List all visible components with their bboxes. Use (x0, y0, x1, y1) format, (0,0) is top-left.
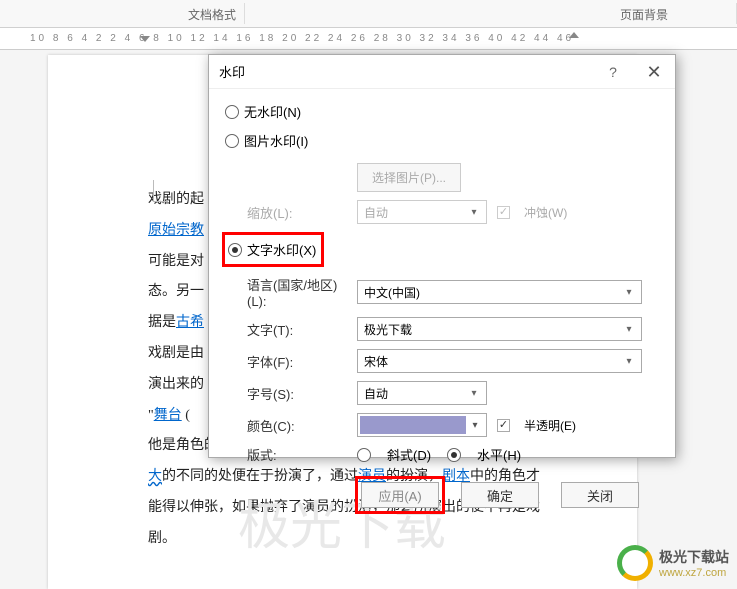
color-label: 颜色(C): (247, 416, 347, 435)
color-dropdown[interactable]: ▾ (357, 413, 487, 437)
font-value: 宋体 (364, 353, 621, 370)
color-preview (360, 416, 466, 434)
doc-fragment: ( (182, 408, 190, 423)
logo-url: www.xz7.com (659, 567, 729, 579)
doc-fragment: 演出来的 (148, 377, 204, 392)
ribbon-group-labels: 文档格式 页面背景 (0, 0, 737, 28)
radio-text[interactable] (228, 243, 242, 257)
close-button[interactable]: ✕ (633, 55, 675, 89)
dialog-title: 水印 (219, 62, 593, 81)
size-value: 自动 (364, 385, 466, 402)
radio-row-picture[interactable]: 图片水印(I) (225, 126, 659, 155)
logo-title: 极光下载站 (659, 547, 729, 567)
radio-diagonal[interactable] (357, 448, 371, 462)
doc-fragment: 据是 (148, 315, 176, 330)
font-dropdown[interactable]: 宋体 ▾ (357, 349, 642, 373)
chevron-down-icon: ▾ (621, 324, 637, 335)
picture-options: 选择图片(P)... 缩放(L): 自动 ▾ 冲蚀(W) (247, 163, 659, 224)
ruler-numbers: 10 8 6 4 2 2 4 6 8 10 12 14 16 18 20 22 … (30, 33, 574, 44)
chevron-down-icon: ▾ (466, 420, 484, 431)
doc-fragment: 态。另一 (148, 284, 204, 299)
radio-horizontal-label: 水平(H) (477, 445, 521, 464)
radio-picture[interactable] (225, 134, 239, 148)
radio-row-none[interactable]: 无水印(N) (225, 97, 659, 126)
horizontal-ruler[interactable]: 10 8 6 4 2 2 4 6 8 10 12 14 16 18 20 22 … (0, 28, 737, 50)
radio-diagonal-label: 斜式(D) (387, 445, 431, 464)
font-label: 字体(F): (247, 352, 347, 371)
radio-none-label: 无水印(N) (244, 102, 301, 121)
chevron-down-icon: ▾ (466, 388, 482, 399)
doc-fragment: 可能是对 (148, 254, 204, 269)
semitransparent-checkbox[interactable] (497, 419, 510, 432)
layout-radios: 斜式(D) 水平(H) (357, 445, 521, 464)
scale-value: 自动 (364, 204, 466, 221)
ribbon-label-pagebg: 页面背景 (612, 0, 676, 27)
doc-fragment: 戏剧是由 (148, 346, 204, 361)
doc-link[interactable]: 舞台 (154, 408, 182, 423)
text-dropdown[interactable]: 极光下载 ▾ (357, 317, 642, 341)
radio-picture-label: 图片水印(I) (244, 131, 308, 150)
ruler-right-margin-marker[interactable] (569, 32, 579, 38)
site-logo: 极光下载站 www.xz7.com (617, 545, 729, 581)
text-value: 极光下载 (364, 321, 621, 338)
logo-icon (617, 545, 653, 581)
doc-link[interactable]: 古希 (176, 315, 204, 330)
radio-horizontal[interactable] (447, 448, 461, 462)
dialog-body: 无水印(N) 图片水印(I) 选择图片(P)... 缩放(L): 自动 ▾ 冲蚀… (209, 89, 675, 520)
text-options: 语言(国家/地区)(L): 中文(中国) ▾ 文字(T): 极光下载 ▾ 字体(… (247, 275, 659, 464)
dialog-button-row: 应用(A) 确定 关闭 (225, 482, 659, 508)
watermark-dialog: 水印 ? ✕ 无水印(N) 图片水印(I) 选择图片(P)... 缩放(L): … (208, 54, 676, 458)
layout-label: 版式: (247, 445, 347, 464)
ribbon-separator (244, 3, 245, 24)
text-label: 文字(T): (247, 320, 347, 339)
scale-label: 缩放(L): (247, 203, 347, 222)
chevron-down-icon: ▾ (621, 287, 637, 298)
size-dropdown[interactable]: 自动 ▾ (357, 381, 487, 405)
washout-checkbox[interactable] (497, 206, 510, 219)
close-dialog-button[interactable]: 关闭 (561, 482, 639, 508)
radio-none[interactable] (225, 105, 239, 119)
scale-dropdown[interactable]: 自动 ▾ (357, 200, 487, 224)
help-button[interactable]: ? (593, 55, 633, 89)
doc-link[interactable]: 原始宗教 (148, 223, 204, 238)
ruler-indent-marker[interactable] (140, 36, 150, 42)
text-cursor (153, 180, 168, 202)
chevron-down-icon: ▾ (621, 356, 637, 367)
radio-row-text[interactable]: 文字水印(X) (222, 232, 324, 267)
chevron-down-icon: ▾ (466, 207, 482, 218)
semitransparent-label: 半透明(E) (524, 417, 576, 434)
ribbon-label-docformat: 文档格式 (180, 0, 244, 27)
size-label: 字号(S): (247, 384, 347, 403)
dialog-titlebar[interactable]: 水印 ? ✕ (209, 55, 675, 89)
apply-button[interactable]: 应用(A) (361, 482, 439, 508)
language-label: 语言(国家/地区)(L): (247, 275, 347, 309)
radio-text-label: 文字水印(X) (247, 240, 316, 259)
select-picture-button[interactable]: 选择图片(P)... (357, 163, 461, 192)
doc-fragment: 剧。 (148, 531, 176, 546)
language-value: 中文(中国) (364, 284, 621, 301)
washout-label: 冲蚀(W) (524, 204, 567, 221)
language-dropdown[interactable]: 中文(中国) ▾ (357, 280, 642, 304)
ok-button[interactable]: 确定 (461, 482, 539, 508)
doc-wavy-underline: 大 (148, 469, 162, 484)
